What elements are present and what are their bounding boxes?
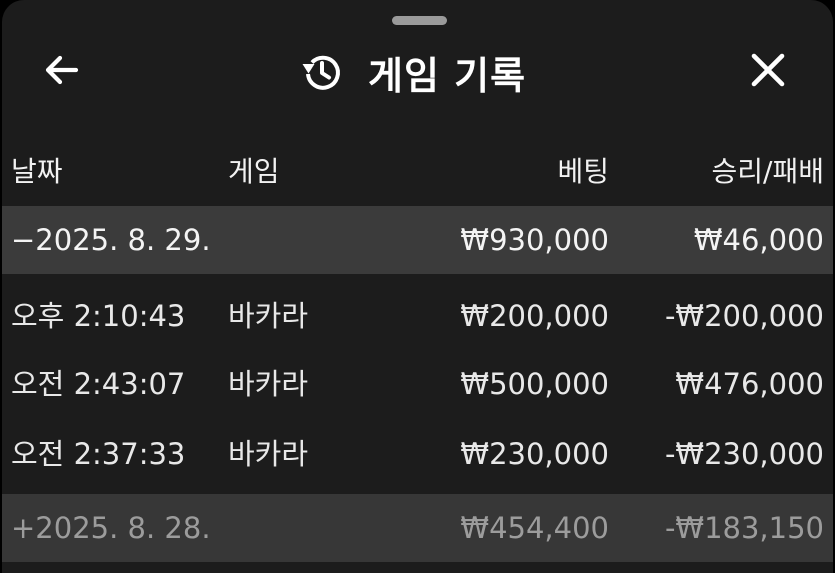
date-group-row[interactable]: +2025. 8. 28. ₩454,400 -₩183,150 xyxy=(2,494,833,562)
row-bet: ₩230,000 xyxy=(460,437,609,471)
title-area: 게임 기록 xyxy=(298,46,526,98)
column-header-game[interactable]: 게임 xyxy=(228,148,280,196)
row-time: 오전 2:37:33 xyxy=(11,437,186,471)
group-date-toggle[interactable]: +2025. 8. 28. xyxy=(11,494,211,562)
row-game: 바카라 xyxy=(228,299,309,333)
group-result-total: ₩46,000 xyxy=(693,223,824,257)
column-header-bet[interactable]: 베팅 xyxy=(557,148,609,196)
row-bet: ₩500,000 xyxy=(460,367,609,401)
history-icon xyxy=(298,49,344,95)
row-result: ₩476,000 xyxy=(675,367,824,401)
column-header-result[interactable]: 승리/패배 xyxy=(712,148,824,196)
row-result: -₩200,000 xyxy=(664,299,824,333)
table-row[interactable]: 오후 2:10:43 바카라 ₩200,000 -₩200,000 xyxy=(2,282,833,350)
row-time: 오후 2:10:43 xyxy=(11,299,186,333)
table-header-row: 날짜 게임 베팅 승리/패배 xyxy=(2,148,833,196)
page-title: 게임 기록 xyxy=(368,53,527,98)
table-row[interactable]: 오전 2:43:07 바카라 ₩500,000 ₩476,000 xyxy=(2,350,833,418)
header: 게임 기록 xyxy=(2,38,833,106)
group-bet-total: ₩454,400 xyxy=(460,511,609,545)
group-result-total: -₩183,150 xyxy=(664,511,824,545)
row-game: 바카라 xyxy=(228,367,309,401)
row-bet: ₩200,000 xyxy=(460,299,609,333)
group-date-toggle[interactable]: −2025. 8. 29. xyxy=(11,206,211,274)
game-history-sheet: 게임 기록 날짜 게임 베팅 승리/패배 −2025. 8. 29. ₩930,… xyxy=(2,0,833,573)
drag-handle[interactable] xyxy=(392,16,447,25)
row-game: 바카라 xyxy=(228,437,309,471)
row-result: -₩230,000 xyxy=(664,437,824,471)
date-group-row[interactable]: −2025. 8. 29. ₩930,000 ₩46,000 xyxy=(2,206,833,274)
back-button[interactable] xyxy=(36,46,88,98)
arrow-left-icon xyxy=(42,50,82,94)
row-time: 오전 2:43:07 xyxy=(11,367,186,401)
close-button[interactable] xyxy=(742,46,794,98)
group-bet-total: ₩930,000 xyxy=(460,223,609,257)
column-header-date[interactable]: 날짜 xyxy=(11,148,63,196)
table-row[interactable]: 오전 2:37:33 바카라 ₩230,000 -₩230,000 xyxy=(2,420,833,488)
close-icon xyxy=(748,50,788,94)
